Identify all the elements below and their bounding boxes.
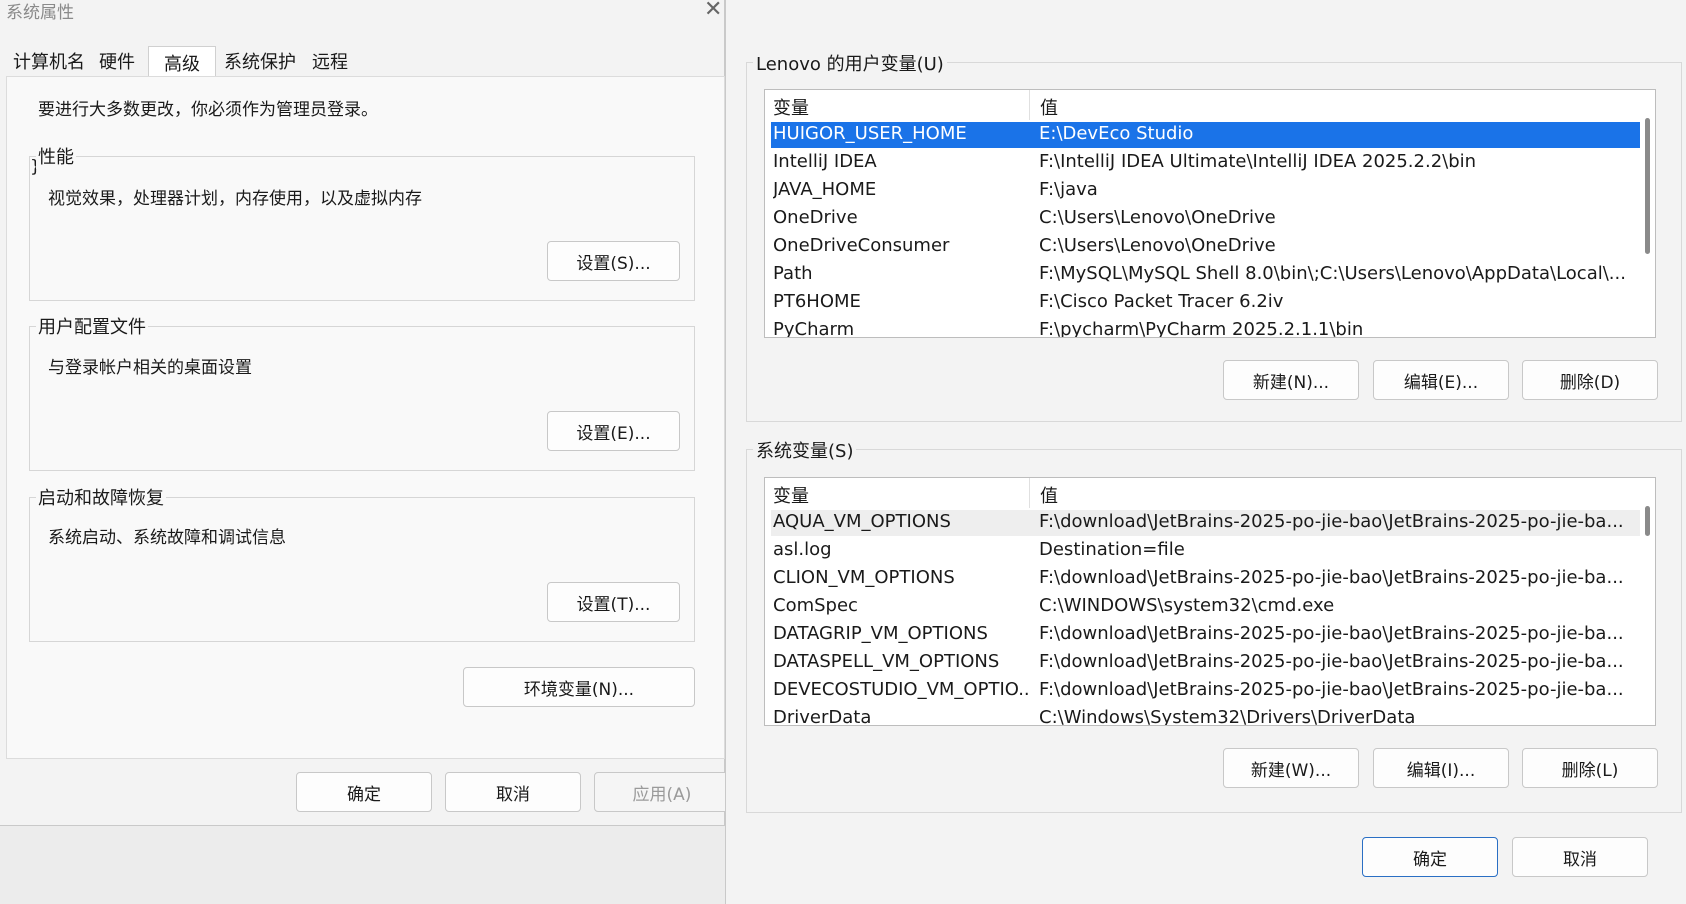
table-row[interactable]: DATAGRIP_VM_OPTIONS F:\download\JetBrains…	[771, 622, 1640, 648]
performance-group: 性能 视觉效果，处理器计划，内存使用，以及虚拟内存 设置(S)... }	[29, 143, 695, 301]
startup-recovery-desc: 系统启动、系统故障和调试信息	[48, 528, 286, 548]
table-row[interactable]: HUIGOR_USER_HOME E:\DevEco Studio	[771, 122, 1640, 148]
system-new-button[interactable]: 新建(W)...	[1223, 748, 1359, 788]
tab-label: 硬件	[99, 52, 135, 73]
tab-label: 系统保护	[224, 52, 296, 73]
environment-variables-button[interactable]: 环境变量(N)...	[463, 667, 695, 707]
apply-button[interactable]: 应用(A)	[594, 772, 730, 812]
env-ok-button[interactable]: 确定	[1362, 837, 1498, 877]
table-row[interactable]: PT6HOME F:\Cisco Packet Tracer 6.2iv	[771, 290, 1640, 316]
column-header-variable[interactable]: 变量	[773, 94, 809, 120]
system-variables-list[interactable]: 变量 值 AQUA_VM_OPTIONS F:\download\JetBrain…	[764, 477, 1656, 726]
tab-label: 高级	[164, 53, 200, 75]
table-row[interactable]: IntelliJ IDEA F:\IntelliJ IDEA Ultimate\I…	[771, 150, 1640, 176]
scrollbar-thumb[interactable]	[1645, 118, 1650, 254]
user-profiles-title: 用户配置文件	[36, 313, 148, 339]
system-variables-title: 系统变量(S)	[753, 437, 857, 463]
startup-recovery-settings-button[interactable]: 设置(T)...	[547, 582, 680, 622]
table-row[interactable]: CLION_VM_OPTIONS F:\download\JetBrains-20…	[771, 566, 1640, 592]
column-header-variable[interactable]: 变量	[773, 482, 809, 508]
user-profiles-settings-button[interactable]: 设置(E)...	[547, 411, 680, 451]
tab-label: 远程	[312, 52, 348, 73]
tab-advanced[interactable]: 高级	[148, 46, 216, 78]
tab-computer-name[interactable]: 计算机名	[10, 46, 88, 76]
startup-recovery-group: 启动和故障恢复 系统启动、系统故障和调试信息 设置(T)...	[29, 484, 695, 642]
system-properties-dialog: 系统属性 ✕ 计算机名 硬件 高级 系统保护 远程 要进行大多数更改，你必须作为…	[0, 0, 730, 826]
scrollbar-thumb[interactable]	[1645, 506, 1650, 536]
system-edit-button[interactable]: 编辑(I)...	[1373, 748, 1509, 788]
list-header: 变量 值	[765, 478, 1655, 508]
user-delete-button[interactable]: 删除(D)	[1522, 360, 1658, 400]
list-header: 变量 值	[765, 90, 1655, 120]
table-row[interactable]: AQUA_VM_OPTIONS F:\download\JetBrains-202…	[771, 510, 1640, 536]
performance-title: 性能	[36, 143, 76, 169]
table-row[interactable]: DEVECOSTUDIO_VM_OPTIO... F:\download\JetB…	[771, 678, 1640, 704]
close-icon[interactable]: ✕	[704, 0, 722, 22]
user-new-button[interactable]: 新建(N)...	[1223, 360, 1359, 400]
column-header-value[interactable]: 值	[1040, 482, 1058, 508]
table-row[interactable]: JAVA_HOME F:\java	[771, 178, 1640, 204]
env-cancel-button[interactable]: 取消	[1512, 837, 1648, 877]
column-header-value[interactable]: 值	[1040, 94, 1058, 120]
table-row[interactable]: DATASPELL_VM_OPTIONS F:\download\JetBrain…	[771, 650, 1640, 676]
ok-button[interactable]: 确定	[296, 772, 432, 812]
table-row[interactable]: DriverData C:\Windows\System32\Drivers\Dr…	[771, 706, 1640, 725]
user-variables-list[interactable]: 变量 值 HUIGOR_USER_HOME E:\DevEco Studio In…	[764, 89, 1656, 338]
tab-hardware[interactable]: 硬件	[90, 46, 144, 76]
user-edit-button[interactable]: 编辑(E)...	[1373, 360, 1509, 400]
cancel-button[interactable]: 取消	[445, 772, 581, 812]
tab-panel-advanced: 要进行大多数更改，你必须作为管理员登录。 性能 视觉效果，处理器计划，内存使用，…	[6, 76, 725, 759]
user-profiles-group: 用户配置文件 与登录帐户相关的桌面设置 设置(E)...	[29, 313, 695, 471]
dialog-title: 系统属性	[6, 3, 74, 23]
system-delete-button[interactable]: 删除(L)	[1522, 748, 1658, 788]
tab-label: 计算机名	[13, 52, 85, 73]
table-row[interactable]: ComSpec C:\WINDOWS\system32\cmd.exe	[771, 594, 1640, 620]
user-variables-title: Lenovo 的用户变量(U)	[753, 50, 947, 76]
performance-desc: 视觉效果，处理器计划，内存使用，以及虚拟内存	[48, 189, 422, 209]
performance-settings-button[interactable]: 设置(S)...	[547, 241, 680, 281]
table-row[interactable]: asl.log Destination=file	[771, 538, 1640, 564]
table-row[interactable]: PyCharm F:\pycharm\PyCharm 2025.2.1.1\bin	[771, 318, 1640, 337]
table-row[interactable]: Path F:\MySQL\MySQL Shell 8.0\bin\;C:\Use…	[771, 262, 1640, 288]
user-profiles-desc: 与登录帐户相关的桌面设置	[48, 358, 252, 378]
startup-recovery-title: 启动和故障恢复	[36, 484, 166, 510]
table-row[interactable]: OneDriveConsumer C:\Users\Lenovo\OneDrive	[771, 234, 1640, 260]
tab-remote[interactable]: 远程	[304, 46, 356, 76]
table-row[interactable]: OneDrive C:\Users\Lenovo\OneDrive	[771, 206, 1640, 232]
environment-variables-dialog: Lenovo 的用户变量(U) 变量 值 HUIGOR_USER_HOME E:\…	[725, 0, 1686, 904]
tab-system-protection[interactable]: 系统保护	[220, 46, 300, 76]
admin-notice: 要进行大多数更改，你必须作为管理员登录。	[38, 100, 378, 120]
